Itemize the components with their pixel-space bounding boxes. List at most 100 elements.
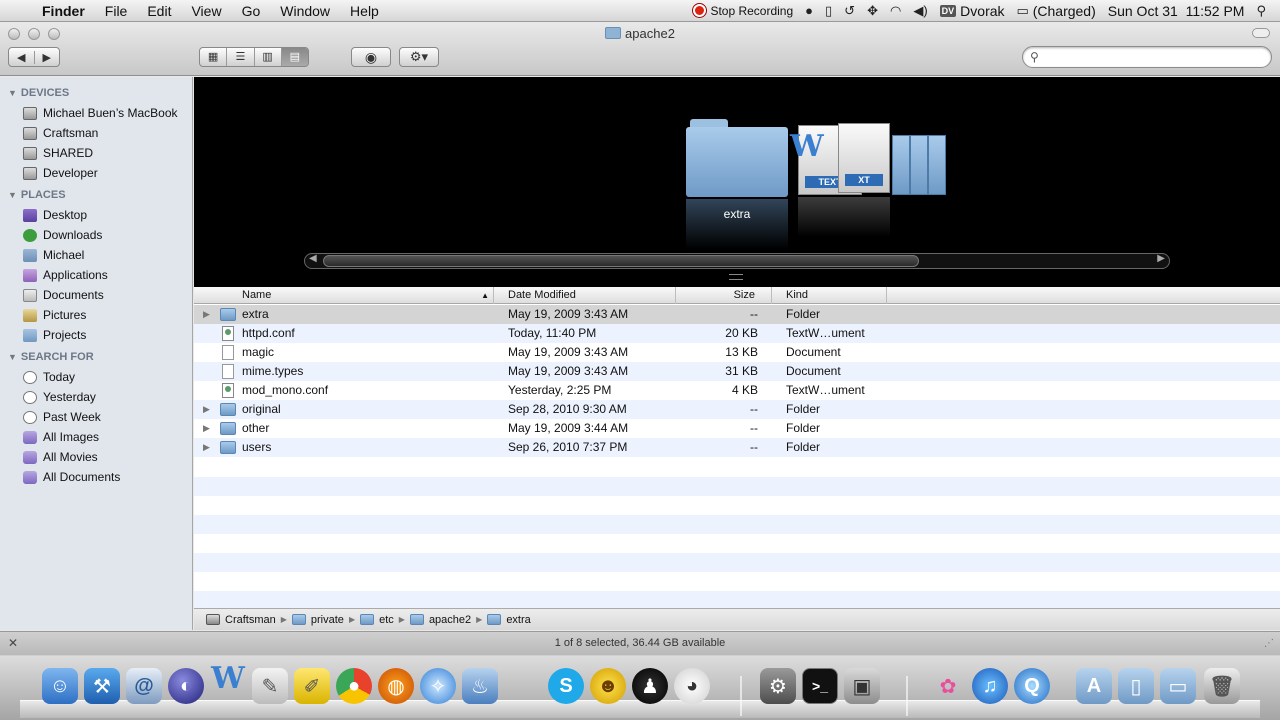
dock-textwrangler-icon[interactable]: W xyxy=(210,660,246,696)
menu-edit[interactable]: Edit xyxy=(137,3,181,19)
file-row[interactable]: ▶ users Sep 26, 2010 7:37 PM -- Folder xyxy=(194,438,1280,457)
disclosure-triangle-icon[interactable]: ▶ xyxy=(203,400,210,419)
status-dot-icon[interactable]: ● xyxy=(799,3,819,18)
sidebar-section-title[interactable]: ▼ DEVICES xyxy=(0,83,192,103)
icon-view-button[interactable]: ▦ xyxy=(200,48,228,66)
sidebar-item[interactable]: Projects xyxy=(0,325,192,345)
sidebar-item[interactable]: Downloads xyxy=(0,225,192,245)
dock-trash-icon[interactable]: 🗑 xyxy=(1204,668,1240,704)
dock-flower-icon[interactable]: ✿ xyxy=(930,668,966,704)
dock-image-capture-icon[interactable]: ▣ xyxy=(844,668,880,704)
dock-applications-stack-icon[interactable]: A xyxy=(1076,668,1112,704)
coverflow-folder-2[interactable] xyxy=(910,135,928,195)
file-row[interactable]: ▶ extra May 19, 2009 3:43 AM -- Folder xyxy=(194,305,1280,324)
dock-firefox-icon[interactable]: ◍ xyxy=(378,668,414,704)
coverflow-scroll-thumb[interactable] xyxy=(323,255,919,267)
dock-stickies-icon[interactable]: ✐ xyxy=(294,668,330,704)
sidebar-item[interactable]: Desktop xyxy=(0,205,192,225)
menu-finder[interactable]: Finder xyxy=(36,3,95,19)
menu-go[interactable]: Go xyxy=(232,3,271,19)
clock-item[interactable]: Sun Oct 31 11:52 PM xyxy=(1102,3,1251,19)
file-row[interactable]: ▶ original Sep 28, 2010 9:30 AM -- Folder xyxy=(194,400,1280,419)
disclosure-triangle-icon[interactable]: ▼ xyxy=(8,190,17,200)
battery-item[interactable]: ▭ (Charged) xyxy=(1011,3,1102,19)
spotlight-icon[interactable]: ⚲ xyxy=(1250,3,1272,19)
dock-adium-icon[interactable]: ◕ xyxy=(674,668,710,704)
scroll-left-icon[interactable]: ◀ xyxy=(309,253,317,264)
sidebar-item[interactable]: All Images xyxy=(0,427,192,447)
coverflow-view-button[interactable]: ▤ xyxy=(281,48,308,66)
disclosure-triangle-icon[interactable]: ▶ xyxy=(203,438,210,457)
path-item[interactable]: apache2 xyxy=(409,614,471,626)
time-machine-icon[interactable]: ↺ xyxy=(838,3,861,19)
coverflow-folder-1[interactable] xyxy=(892,135,910,195)
menu-window[interactable]: Window xyxy=(270,3,340,19)
menu-file[interactable]: File xyxy=(95,3,138,19)
action-menu-button[interactable]: ⚙▾ xyxy=(399,47,439,67)
column-view-button[interactable]: ▥ xyxy=(255,48,282,66)
dock-safari-icon[interactable]: ✧ xyxy=(420,668,456,704)
dock-finder-icon[interactable]: ☺ xyxy=(42,668,78,704)
quick-look-button[interactable]: ◉ xyxy=(351,47,391,67)
sidebar-item[interactable]: SHARED xyxy=(0,143,192,163)
sidebar-item[interactable]: Past Week xyxy=(0,407,192,427)
file-row[interactable]: mime.types May 19, 2009 3:43 AM 31 KB Docum… xyxy=(194,362,1280,381)
dock-yahoo-messenger-icon[interactable]: ☻ xyxy=(590,668,626,704)
dock-preview-icon[interactable]: ✎ xyxy=(252,668,288,704)
sidebar-item[interactable]: Applications xyxy=(0,265,192,285)
phone-icon[interactable]: ▯ xyxy=(819,3,838,19)
dock-terminal-icon[interactable]: >_ xyxy=(802,668,838,704)
keyboard-layout-item[interactable]: DV Dvorak xyxy=(934,3,1011,19)
sidebar-item[interactable]: Pictures xyxy=(0,305,192,325)
coverflow-folder-extra[interactable] xyxy=(686,119,788,197)
path-item[interactable]: Craftsman xyxy=(206,614,276,626)
move-icon[interactable]: ✥ xyxy=(861,3,884,19)
dock-eclipse-icon[interactable]: ◐ xyxy=(168,668,204,704)
menu-help[interactable]: Help xyxy=(340,3,389,19)
column-header-size[interactable]: Size xyxy=(676,287,772,304)
sidebar-item[interactable]: All Movies xyxy=(0,447,192,467)
file-row[interactable]: ▶ other May 19, 2009 3:44 AM -- Folder xyxy=(194,419,1280,438)
file-row[interactable]: httpd.conf Today, 11:40 PM 20 KB TextW…umen… xyxy=(194,324,1280,343)
volume-icon[interactable]: ◀) xyxy=(907,3,933,19)
wifi-icon[interactable]: ◠ xyxy=(884,3,907,19)
dock-chrome-icon[interactable]: ● xyxy=(336,668,372,704)
sidebar-item[interactable]: Yesterday xyxy=(0,387,192,407)
sidebar-item[interactable]: Michael Buen’s MacBook xyxy=(0,103,192,123)
dock-quicktime-icon[interactable]: Q xyxy=(1014,668,1050,704)
column-header-date[interactable]: Date Modified xyxy=(494,287,676,304)
resize-grip-icon[interactable]: ⋰ xyxy=(1264,638,1274,649)
disclosure-triangle-icon[interactable]: ▼ xyxy=(8,88,17,98)
sidebar-item[interactable]: Documents xyxy=(0,285,192,305)
sidebar-item[interactable]: Today xyxy=(0,367,192,387)
file-row[interactable]: magic May 19, 2009 3:43 AM 13 KB Document xyxy=(194,343,1280,362)
coverflow-folder-3[interactable] xyxy=(928,135,946,195)
dock-qq-icon[interactable]: ♟ xyxy=(632,668,668,704)
dock-skype-icon[interactable]: S xyxy=(548,668,584,704)
back-button[interactable]: ◀ xyxy=(9,50,35,64)
dock-xcode-icon[interactable]: ⚒ xyxy=(84,668,120,704)
coverflow-scrollbar[interactable]: ◀ ▶ xyxy=(304,253,1170,269)
menu-view[interactable]: View xyxy=(181,3,231,19)
scroll-right-icon[interactable]: ▶ xyxy=(1157,253,1165,264)
path-item[interactable]: private xyxy=(291,614,344,626)
sidebar-item[interactable]: Craftsman xyxy=(0,123,192,143)
dock-downloads-stack-icon[interactable]: ▭ xyxy=(1160,668,1196,704)
sidebar-section-title[interactable]: ▼ PLACES xyxy=(0,185,192,205)
sidebar-item[interactable]: Michael xyxy=(0,245,192,265)
sidebar-item[interactable]: Developer xyxy=(0,163,192,183)
disclosure-triangle-icon[interactable]: ▶ xyxy=(203,305,210,324)
path-item[interactable]: etc xyxy=(360,614,394,626)
file-row[interactable]: mod_mono.conf Yesterday, 2:25 PM 4 KB TextW… xyxy=(194,381,1280,400)
splitter-handle[interactable] xyxy=(729,274,743,280)
toolbar-toggle-button[interactable] xyxy=(1252,28,1270,38)
dock-documents-stack-icon[interactable]: ▯ xyxy=(1118,668,1154,704)
column-header-name[interactable]: Name ▲ xyxy=(194,287,494,304)
sidebar-section-title[interactable]: ▼ SEARCH FOR xyxy=(0,347,192,367)
dock-itunes-icon[interactable]: ♫ xyxy=(972,668,1008,704)
disclosure-triangle-icon[interactable]: ▼ xyxy=(8,352,17,362)
coverflow-doc-2[interactable]: XT xyxy=(838,123,890,193)
cover-flow[interactable]: extra TEXT XT W ◀ ▶ xyxy=(194,77,1280,287)
sidebar-item[interactable]: All Documents xyxy=(0,467,192,487)
dock-system-preferences-icon[interactable]: ⚙ xyxy=(760,668,796,704)
